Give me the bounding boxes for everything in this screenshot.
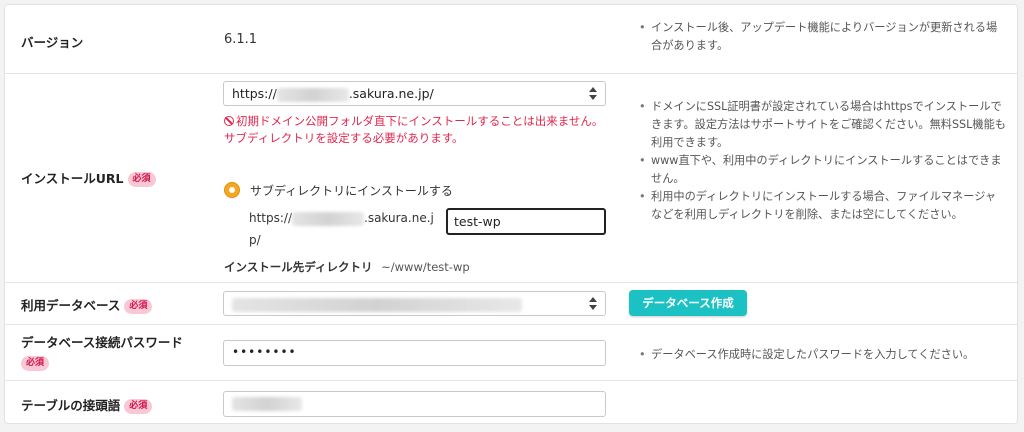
install-url-notes: ドメインにSSL証明書が設定されている場合はhttpsでインストールできます。設… [639, 98, 1007, 224]
install-url-row: インストールURL 必須 https://.sakura.ne.jp/ 初期ドメイ… [5, 74, 1017, 283]
version-row: バージョン 6.1.1 インストール後、アップデート機能によりバージョンが更新さ… [5, 5, 1017, 74]
table-prefix-row: テーブルの接頭語 必須 [5, 381, 1017, 425]
destination-value: ~/www/test-wp [381, 260, 470, 274]
version-note: インストール後、アップデート機能によりバージョンが更新される場合があります。 [639, 19, 1007, 55]
select-arrows-icon [589, 87, 597, 100]
redacted-database-name [232, 297, 522, 312]
select-arrows-icon [589, 297, 597, 310]
redacted-domain [276, 87, 349, 102]
install-url-label: インストールURL 必須 [21, 168, 156, 187]
create-database-button[interactable]: データベース作成 [629, 290, 747, 316]
password-notes: データベース作成時に設定したパスワードを入力してください。 [639, 346, 1007, 364]
redacted-table-prefix [232, 396, 302, 411]
error-line-2: サブディレクトリを設定する必要があります。 [224, 131, 464, 145]
password-note: データベース作成時に設定したパスワードを入力してください。 [639, 346, 1007, 364]
table-prefix-label: テーブルの接頭語 必須 [21, 395, 153, 414]
install-destination: インストール先ディレクトリ ~/www/test-wp [224, 259, 470, 275]
subdirectory-input-value: test-wp [454, 214, 501, 229]
database-label-text: 利用データベース [21, 298, 121, 313]
install-url-note-2: www直下や、利用中のディレクトリにインストールすることはできません。 [639, 152, 1007, 188]
subdirectory-radio-label[interactable]: サブディレクトリにインストールする [250, 182, 453, 199]
database-select[interactable] [223, 291, 606, 316]
version-value: 6.1.1 [224, 32, 258, 47]
table-prefix-label-text: テーブルの接頭語 [21, 398, 121, 413]
table-prefix-input[interactable] [223, 391, 606, 417]
version-label: バージョン [21, 35, 84, 50]
required-badge: 必須 [124, 399, 153, 414]
install-form-card: バージョン 6.1.1 インストール後、アップデート機能によりバージョンが更新さ… [4, 4, 1018, 424]
install-url-note-1: ドメインにSSL証明書が設定されている場合はhttpsでインストールできます。設… [639, 98, 1007, 152]
password-label: データベース接続パスワード 必須 [21, 333, 211, 373]
domain-select[interactable]: https:// .sakura.ne.jp/ [223, 81, 606, 106]
password-row: データベース接続パスワード 必須 •••••••• データベース作成時に設定した… [5, 325, 1017, 381]
database-label: 利用データベース 必須 [21, 295, 153, 314]
version-notes: インストール後、アップデート機能によりバージョンが更新される場合があります。 [639, 19, 1007, 55]
install-url-note-3: 利用中のディレクトリにインストールする場合、ファイルマネージャなどを利用しディレ… [639, 188, 1007, 224]
required-badge: 必須 [124, 299, 153, 314]
install-url-error: 初期ドメイン公開フォルダ直下にインストールすることは出来ません。 サブディレクト… [224, 113, 609, 147]
password-value: •••••••• [232, 345, 297, 359]
domain-select-suffix: .sakura.ne.jp/ [348, 86, 434, 101]
subdir-suffix-2: p/ [249, 233, 261, 247]
database-row: 利用データベース 必須 データベース作成 [5, 283, 1017, 325]
redacted-subdir-domain [292, 211, 365, 226]
subdir-prefix-text: https:// [249, 211, 293, 225]
error-line-1: 初期ドメイン公開フォルダ直下にインストールすることは出来ません。 [236, 114, 604, 128]
destination-label: インストール先ディレクトリ [224, 260, 373, 274]
database-password-input[interactable]: •••••••• [223, 340, 606, 366]
subdirectory-input[interactable]: test-wp [446, 208, 606, 235]
install-url-label-text: インストールURL [21, 171, 124, 186]
subdirectory-radio[interactable] [224, 182, 240, 198]
password-label-text: データベース接続パスワード [21, 335, 183, 350]
subdir-url-prefix: https:// .sakura.ne.j p/ [249, 207, 441, 251]
required-badge: 必須 [21, 356, 50, 371]
ban-icon [224, 116, 234, 126]
domain-select-prefix: https:// [232, 86, 277, 101]
required-badge: 必須 [127, 172, 156, 187]
subdir-suffix-1: .sakura.ne.j [364, 211, 434, 225]
